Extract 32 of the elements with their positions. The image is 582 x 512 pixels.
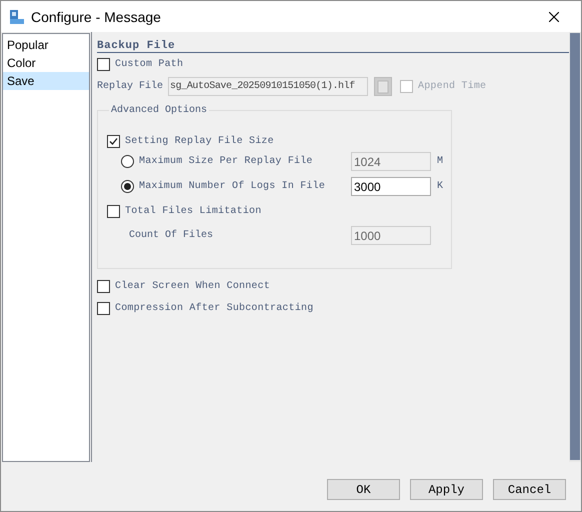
setting-size-label: Setting Replay File Size — [125, 136, 274, 146]
sidebar-item[interactable]: Popular — [3, 36, 89, 54]
custom-path-label: Custom Path — [115, 58, 184, 70]
dialog-button[interactable]: OK — [327, 479, 400, 500]
input-field[interactable]: 3000 — [351, 177, 431, 196]
group-title: Advanced Options — [110, 105, 208, 116]
append-time-label: Append Time — [418, 80, 486, 92]
file-icon — [377, 80, 390, 94]
app-icon — [9, 8, 25, 24]
option-label: Clear Screen When Connect — [115, 280, 270, 292]
section-heading: Backup File — [97, 40, 569, 53]
checkbox[interactable] — [97, 302, 110, 314]
unit-label: M — [437, 156, 444, 167]
check-icon — [109, 136, 118, 146]
checkbox[interactable] — [107, 204, 120, 218]
option-label: Compression After Subcontracting — [115, 302, 314, 314]
size-option-label: Maximum Size Per Replay File — [139, 156, 313, 167]
size-option-label: Maximum Number Of Logs In File — [139, 181, 326, 192]
total-files-label: Total Files Limitation — [125, 206, 262, 216]
radio-button[interactable] — [121, 180, 134, 193]
checkbox[interactable] — [107, 134, 120, 148]
checkbox[interactable] — [97, 280, 110, 292]
dialog-button[interactable]: Apply — [410, 479, 483, 500]
checkbox[interactable] — [97, 58, 110, 70]
dialog-button[interactable]: Cancel — [493, 479, 566, 500]
close-icon[interactable] — [549, 12, 559, 22]
sidebar-item[interactable]: Color — [3, 54, 89, 72]
field-label: Replay File — [97, 80, 164, 92]
field-label: Count Of Files — [128, 230, 214, 241]
window-title: Configure - Message — [31, 8, 162, 24]
sidebar-item[interactable]: Save — [3, 72, 89, 90]
unit-label: K — [437, 181, 444, 192]
